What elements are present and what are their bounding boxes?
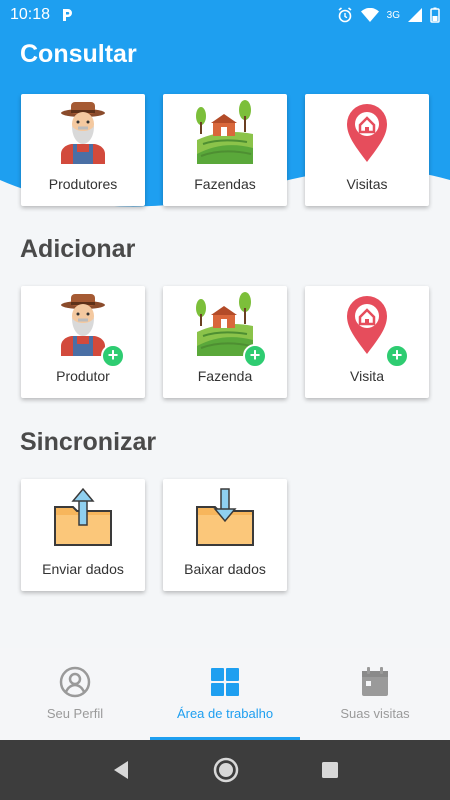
folder-download-icon (193, 485, 257, 549)
card-produtores[interactable]: Produtores (21, 94, 145, 206)
card-enviar-dados[interactable]: Enviar dados (21, 479, 145, 591)
calendar-icon (362, 667, 388, 696)
plus-icon: + (243, 344, 267, 368)
plus-icon: + (101, 344, 125, 368)
card-visitas[interactable]: Visitas (305, 94, 429, 206)
nav-seu-perfil[interactable]: Seu Perfil (0, 648, 150, 740)
farmer-icon (51, 100, 115, 164)
card-label: Visita (350, 368, 384, 384)
card-baixar-dados[interactable]: Baixar dados (163, 479, 287, 591)
farmer-icon: + (51, 292, 125, 368)
card-label: Visitas (346, 176, 388, 192)
card-fazendas[interactable]: Fazendas (163, 94, 287, 206)
home-icon[interactable] (212, 756, 240, 784)
status-bar: 10:18 3G (0, 0, 450, 30)
recents-icon[interactable] (320, 760, 340, 780)
parking-app-icon (63, 9, 73, 21)
network-type: 3G (386, 9, 400, 21)
signal-icon (408, 8, 422, 22)
grid-icon (211, 668, 239, 696)
status-time: 10:18 (10, 6, 51, 23)
card-label: Produtor (56, 368, 110, 384)
bottom-navigation: Seu Perfil Área de trabalho Suas visitas (0, 648, 450, 740)
card-add-fazenda[interactable]: + Fazenda (163, 286, 287, 398)
section-title-sincronizar: Sincronizar (20, 428, 157, 456)
system-navigation-bar (0, 740, 450, 800)
location-pin-icon (335, 100, 399, 164)
nav-suas-visitas[interactable]: Suas visitas (300, 648, 450, 740)
card-label: Fazendas (194, 176, 256, 192)
user-circle-icon (59, 666, 91, 698)
card-add-produtor[interactable]: + Produtor (21, 286, 145, 398)
section-title-adicionar: Adicionar (20, 235, 136, 263)
alarm-icon (338, 7, 352, 23)
farm-icon (193, 100, 257, 164)
farm-icon: + (193, 292, 267, 368)
nav-label: Seu Perfil (46, 706, 104, 721)
location-pin-icon: + (335, 292, 409, 368)
card-add-visita[interactable]: + Visita (305, 286, 429, 398)
card-label: Produtores (48, 176, 118, 192)
battery-icon (430, 7, 440, 23)
card-label: Enviar dados (42, 561, 124, 577)
nav-area-de-trabalho[interactable]: Área de trabalho (150, 648, 300, 740)
back-icon[interactable] (110, 759, 132, 781)
wifi-icon (360, 8, 379, 22)
nav-label: Área de trabalho (176, 706, 274, 721)
card-label: Fazenda (197, 368, 253, 384)
nav-label: Suas visitas (340, 706, 410, 721)
card-label: Baixar dados (184, 561, 266, 577)
section-title-consultar: Consultar (20, 40, 137, 68)
folder-upload-icon (51, 485, 115, 549)
plus-icon: + (385, 344, 409, 368)
